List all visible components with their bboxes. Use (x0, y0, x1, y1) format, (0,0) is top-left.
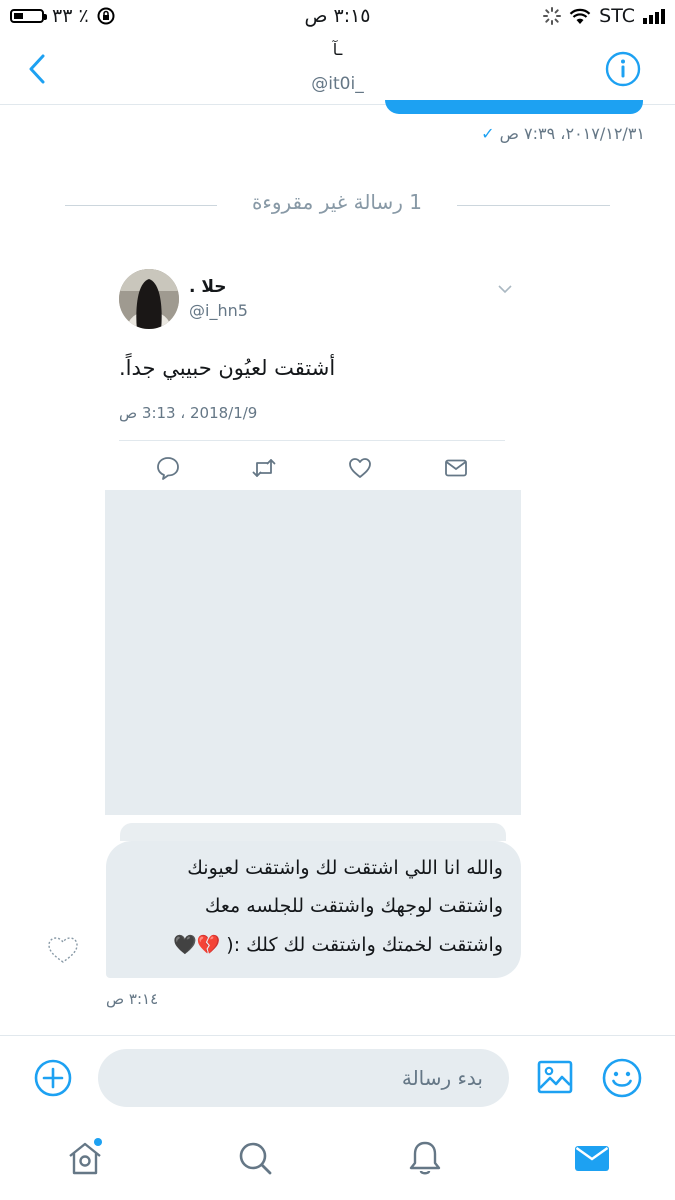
message-line: واشتقت لوجهك واشتقت للجلسه معك (204, 895, 503, 917)
info-icon[interactable] (605, 51, 641, 87)
message-input[interactable] (98, 1049, 509, 1107)
media-placeholder (105, 490, 521, 815)
sent-message-bubble[interactable] (385, 100, 643, 114)
share-dm-icon[interactable] (443, 455, 469, 481)
image-icon[interactable] (536, 1058, 574, 1096)
status-right: STC (543, 5, 665, 27)
search-icon[interactable] (235, 1138, 275, 1178)
unread-divider-line (65, 205, 217, 206)
shared-tweet-card[interactable]: حلا . @i_hn5 أشتقت لعيُون حبيبي جداً. 20… (105, 250, 521, 490)
tweet-text: أشتقت لعيُون حبيبي جداً. (119, 356, 336, 380)
tweet-author-name[interactable]: حلا . (189, 277, 227, 297)
notifications-icon[interactable] (405, 1138, 445, 1178)
tweet-divider (119, 440, 505, 441)
signal-icon (643, 8, 665, 24)
add-icon[interactable] (33, 1058, 73, 1098)
message-line: والله انا اللي اشتقت لك واشتقت لعيونك (187, 857, 503, 879)
conversation-name: ـآ (332, 40, 343, 59)
unread-divider-line (457, 205, 610, 206)
chevron-down-icon[interactable] (498, 284, 512, 294)
conversation-header: ـآ @it0i_ (0, 34, 675, 105)
like-icon[interactable] (347, 455, 373, 481)
composer-divider (0, 1035, 675, 1036)
read-check-icon: ✓ (481, 124, 495, 143)
sent-message-meta: ٢٠١٧/١٢/٣١، ٧:٣٩ ص ✓ (477, 124, 645, 143)
carrier-name: STC (599, 5, 635, 27)
home-icon[interactable] (65, 1138, 105, 1178)
activity-spinner-icon (543, 7, 562, 25)
heart-icon[interactable] (46, 935, 80, 965)
tweet-author-handle[interactable]: @i_hn5 (189, 301, 248, 320)
received-message-bubble[interactable]: والله انا اللي اشتقت لك واشتقت لعيونك وا… (106, 841, 521, 978)
retweet-icon[interactable] (251, 455, 277, 481)
reply-icon[interactable] (155, 455, 181, 481)
status-bar: ٪ ٣٣ ٣:١٥ ص STC (0, 0, 675, 34)
previous-message-edge (120, 823, 506, 841)
wifi-icon (569, 8, 591, 24)
message-line: واشتقت لخمتك واشتقت لك كلك :( 💔🖤 (172, 934, 503, 956)
sent-message-timestamp: ٢٠١٧/١٢/٣١، ٧:٣٩ ص (499, 124, 645, 143)
received-message-time: ٣:١٤ ص (106, 990, 159, 1008)
messages-icon[interactable] (572, 1138, 612, 1178)
avatar[interactable] (119, 269, 179, 329)
tweet-timestamp: 2018/1/9 ، 3:13 ص (119, 404, 258, 422)
conversation-handle: @it0i_ (311, 74, 364, 94)
emoji-icon[interactable] (601, 1057, 643, 1099)
unread-divider-label: 1 رسالة غير مقروءة (251, 190, 423, 214)
